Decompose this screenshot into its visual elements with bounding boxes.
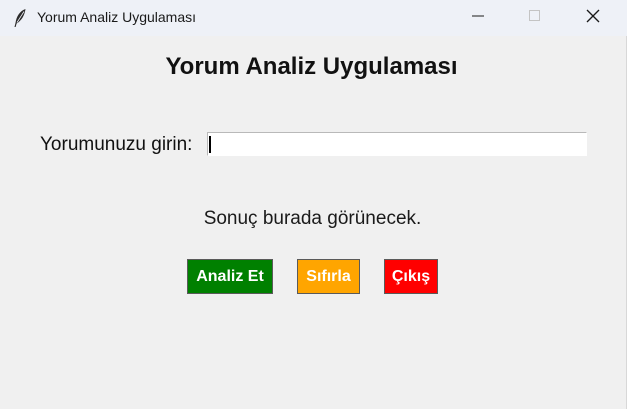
comment-input-label: Yorumunuzu girin: [40, 134, 193, 155]
analyze-button[interactable]: Analiz Et [187, 259, 273, 294]
feather-icon [12, 8, 28, 28]
window-title: Yorum Analiz Uygulaması [37, 9, 197, 25]
page-title: Yorum Analiz Uygulaması [165, 53, 458, 80]
close-icon [586, 9, 600, 28]
maximize-button[interactable] [512, 0, 558, 36]
title-bar[interactable]: Yorum Analiz Uygulaması [0, 0, 627, 36]
close-button[interactable] [570, 0, 616, 36]
maximize-icon [529, 9, 541, 27]
text-caret [209, 136, 211, 153]
result-label: Sonuç burada görünecek. [203, 208, 422, 229]
exit-button[interactable]: Çıkış [384, 259, 438, 294]
app-window: Yorum Analiz Uygulaması Yorum Analiz Uyg… [0, 0, 627, 409]
reset-button[interactable]: Sıfırla [297, 259, 360, 294]
comment-input[interactable] [207, 132, 587, 156]
minimize-button[interactable] [455, 0, 501, 36]
minimize-icon [472, 9, 484, 27]
